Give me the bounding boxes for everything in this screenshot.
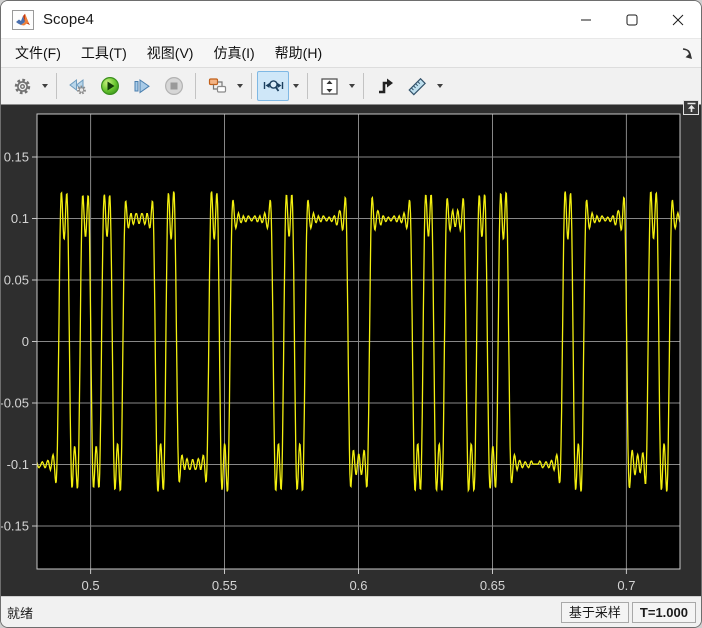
- close-button[interactable]: [655, 1, 701, 38]
- settings-button[interactable]: [6, 71, 38, 101]
- x-tick-label: 0.5: [82, 578, 100, 593]
- y-tick-label: 0.1: [11, 211, 29, 226]
- chevron-down-icon: [41, 84, 48, 88]
- y-tick-label: 0.05: [4, 273, 29, 288]
- dock-arrow-icon: [682, 47, 692, 59]
- simulink-blocks-icon: [208, 78, 226, 93]
- window-title: Scope4: [43, 11, 94, 28]
- x-tick-label: 0.7: [617, 578, 635, 593]
- zoom-x-icon: [263, 79, 283, 92]
- run-button[interactable]: [94, 71, 126, 101]
- chevron-down-icon: [292, 84, 299, 88]
- toolbar-separator: [195, 73, 196, 99]
- settings-dropdown[interactable]: [38, 72, 51, 100]
- menubar: 文件(F) 工具(T) 视图(V) 仿真(I) 帮助(H): [1, 38, 701, 67]
- step-back-icon: [69, 78, 86, 94]
- menu-tools[interactable]: 工具(T): [73, 40, 135, 66]
- chevron-down-icon: [436, 84, 443, 88]
- zoom-dropdown[interactable]: [289, 72, 302, 100]
- matlab-scope-icon: [12, 9, 34, 30]
- toolbar: [1, 67, 701, 105]
- step-forward-button[interactable]: [126, 71, 158, 101]
- y-tick-label: -0.15: [1, 519, 29, 534]
- menu-view[interactable]: 视图(V): [139, 40, 202, 66]
- y-tick-label: -0.05: [1, 396, 29, 411]
- x-tick-label: 0.6: [349, 578, 367, 593]
- toolbar-separator: [307, 73, 308, 99]
- gear-icon: [14, 78, 30, 94]
- y-tick-label: -0.1: [7, 457, 29, 472]
- ruler-measurements-icon: [408, 77, 426, 95]
- scope-window: Scope4 文件(F) 工具(T) 视图(V) 仿真(I) 帮助(H) 0.5…: [0, 0, 702, 628]
- y-tick-label: 0.15: [4, 150, 29, 165]
- x-tick-label: 0.55: [212, 578, 237, 593]
- toolbar-separator: [363, 73, 364, 99]
- fit-to-view-icon: [320, 77, 338, 95]
- stop-icon: [165, 77, 183, 95]
- chevron-down-icon: [348, 84, 355, 88]
- toolbar-separator: [251, 73, 252, 99]
- plot-region: 0.5 0.55 0.6 0.65 0.7 0.15 0.1 0.05 0 -0.05 -0.1 -0…: [1, 100, 701, 596]
- x-tick-label: 0.65: [480, 578, 505, 593]
- run-icon: [101, 77, 119, 95]
- status-right: 基于采样 T=1.000: [560, 602, 696, 623]
- fit-to-view-button[interactable]: [313, 71, 345, 101]
- stop-button[interactable]: [158, 71, 190, 101]
- arrow-up-icon: [687, 102, 695, 112]
- window-controls: [563, 1, 701, 38]
- statusbar: 就绪 基于采样 T=1.000: [1, 596, 701, 627]
- maximize-button[interactable]: [609, 1, 655, 38]
- minimize-icon: [581, 19, 591, 20]
- trigger-icon: [378, 78, 393, 94]
- titlebar: Scope4: [1, 1, 701, 38]
- menu-help[interactable]: 帮助(H): [267, 40, 330, 66]
- step-back-button[interactable]: [62, 71, 94, 101]
- toolbar-separator: [56, 73, 57, 99]
- dock-window-button[interactable]: [680, 47, 693, 60]
- collapse-toolbar-button[interactable]: [683, 100, 699, 115]
- simulation-time-badge: T=1.000: [631, 602, 696, 623]
- close-icon: [672, 14, 684, 25]
- step-forward-icon: [134, 78, 150, 93]
- maximize-icon: [626, 14, 638, 25]
- chevron-down-icon: [236, 84, 243, 88]
- zoom-x-button[interactable]: [257, 71, 289, 101]
- measurements-dropdown[interactable]: [433, 72, 446, 100]
- menu-simulation[interactable]: 仿真(I): [205, 40, 262, 66]
- minimize-button[interactable]: [563, 1, 609, 38]
- trigger-button[interactable]: [369, 71, 401, 101]
- highlight-dropdown[interactable]: [233, 72, 246, 100]
- status-text: 就绪: [7, 606, 34, 621]
- matlab-logo-icon: [16, 13, 30, 25]
- scope-plot-area[interactable]: 0.5 0.55 0.6 0.65 0.7 0.15 0.1 0.05 0 -0.05 -0.1 -0…: [1, 105, 701, 596]
- cursor-measurements-button[interactable]: [401, 71, 433, 101]
- fit-to-view-dropdown[interactable]: [345, 72, 358, 100]
- highlight-simulink-block-button[interactable]: [201, 71, 233, 101]
- menu-file[interactable]: 文件(F): [7, 40, 69, 66]
- sample-mode-badge: 基于采样: [560, 602, 629, 623]
- y-tick-label: 0: [22, 334, 29, 349]
